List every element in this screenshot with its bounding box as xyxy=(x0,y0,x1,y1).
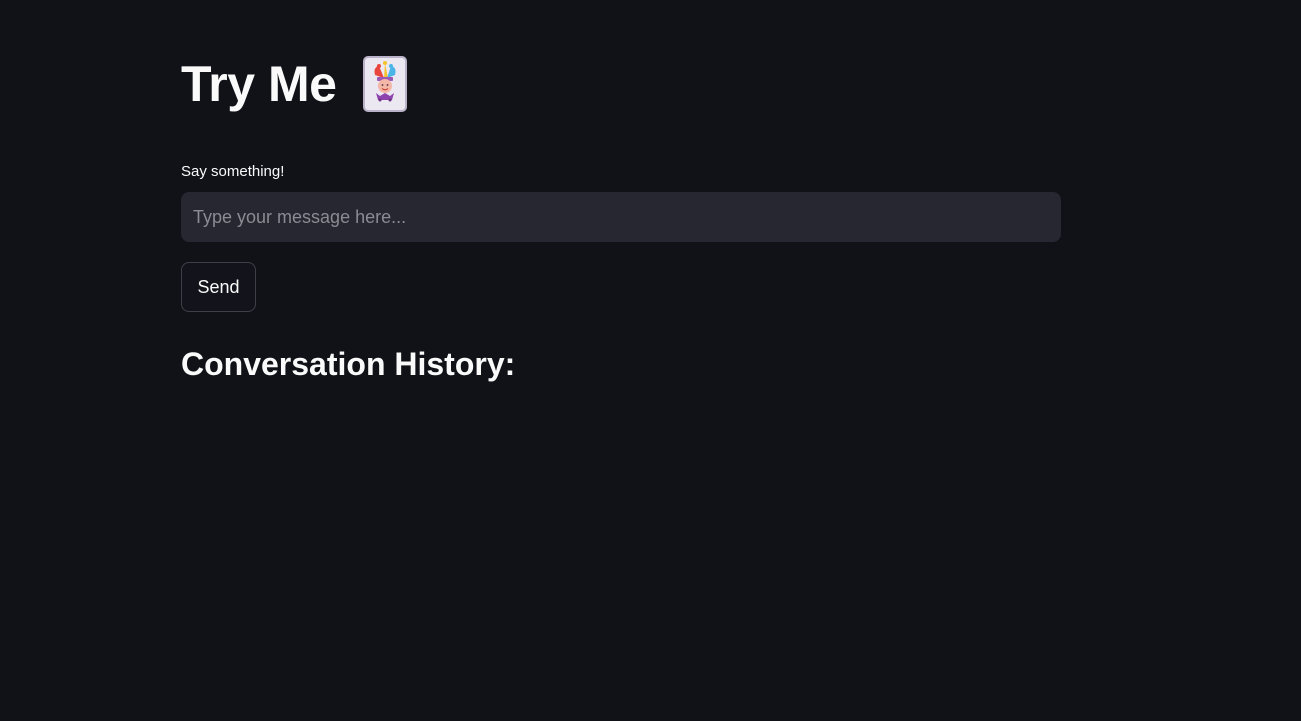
conversation-history-heading: Conversation History: xyxy=(181,346,516,382)
message-input-label: Say something! xyxy=(181,163,285,180)
jester-card-icon xyxy=(363,56,408,112)
title-row: Try Me xyxy=(181,52,408,116)
message-input[interactable] xyxy=(181,192,1061,242)
page-title: Try Me xyxy=(181,56,337,112)
send-button[interactable]: Send xyxy=(181,262,256,312)
